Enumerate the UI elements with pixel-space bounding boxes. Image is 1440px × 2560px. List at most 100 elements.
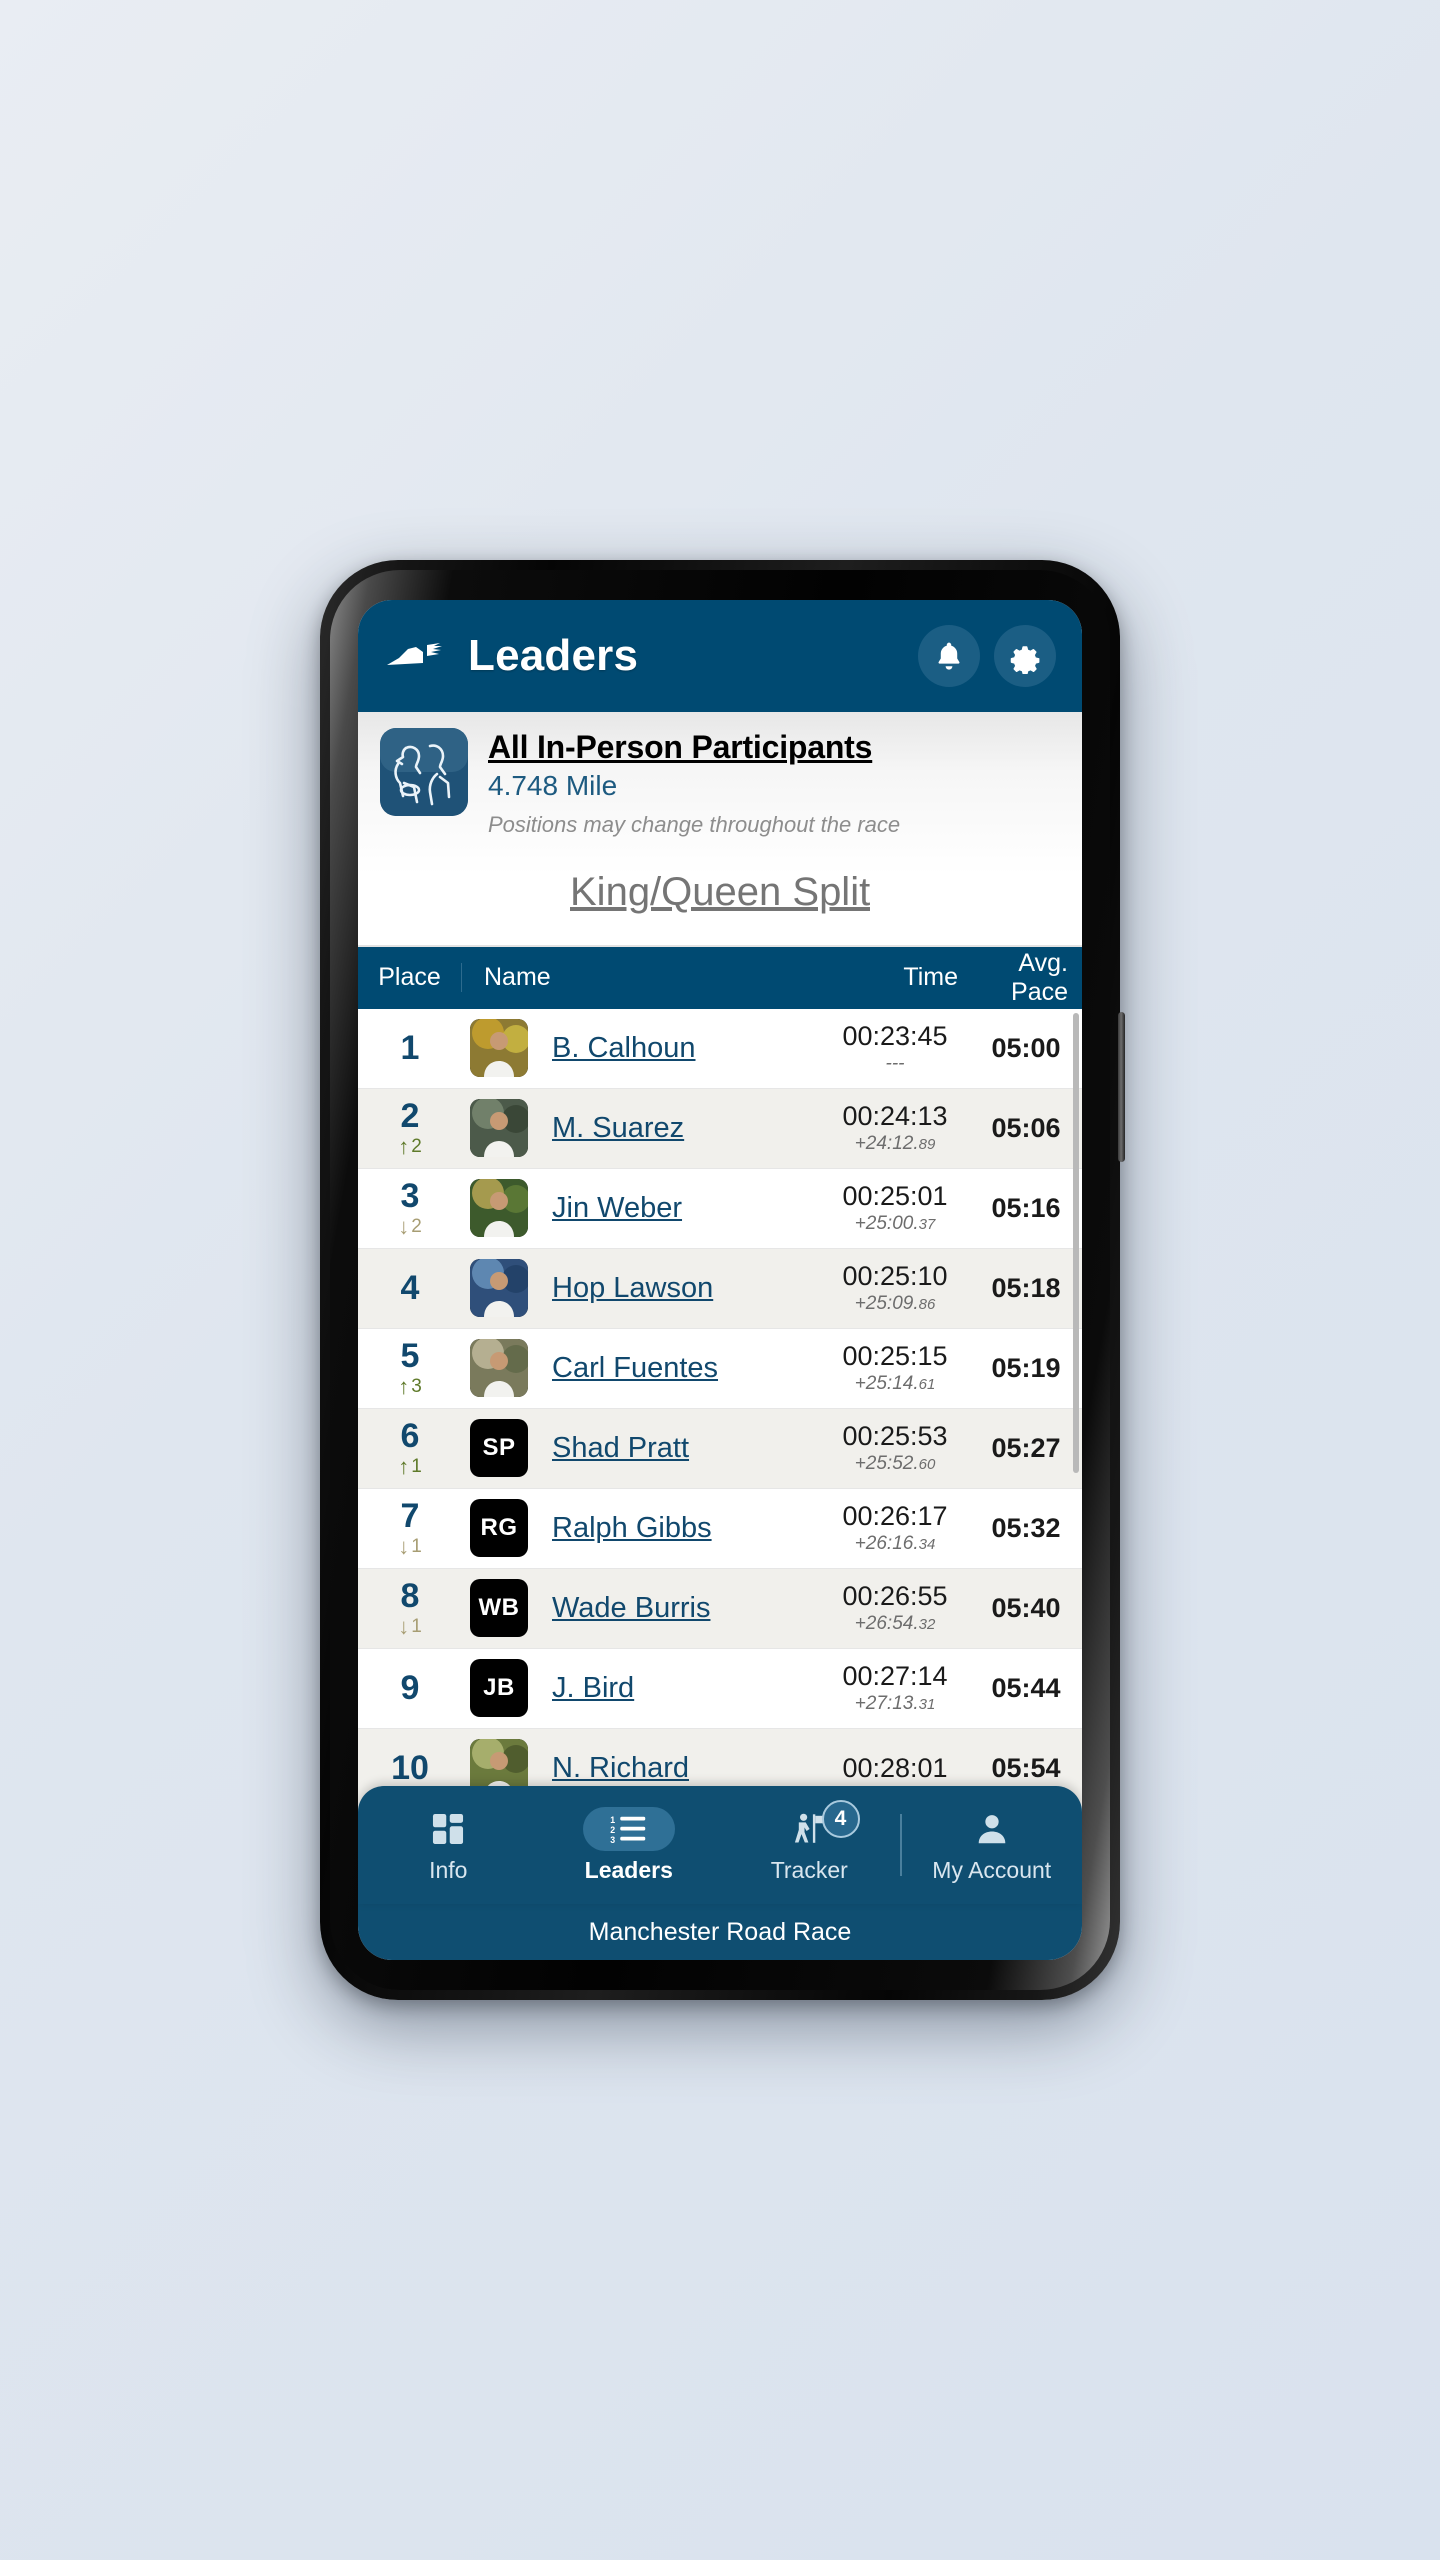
table-row[interactable]: 7 ↓ 1 RG Ralph Gibbs 00:26:17 +26:16.34 05:32 xyxy=(358,1488,1082,1569)
person-icon xyxy=(978,1814,1006,1843)
app-header: Leaders xyxy=(358,600,1082,712)
column-header-time[interactable]: Time xyxy=(856,963,964,992)
time-gap-main: +26:54. xyxy=(854,1613,919,1634)
participant-name-link[interactable]: Hop Lawson xyxy=(552,1272,713,1304)
cell-avatar[interactable]: SP xyxy=(462,1419,536,1478)
table-row[interactable]: 6 ↑ 1 SP Shad Pratt 00:25:53 +25:52.60 05:27 xyxy=(358,1408,1082,1489)
avatar-photo xyxy=(470,1019,528,1078)
nav-item-leaders[interactable]: 1 2 3 Leaders xyxy=(539,1786,720,1904)
table-row[interactable]: 1 B. Calhoun 00:23:45 --- 05:00 xyxy=(358,1008,1082,1089)
nav-chip-my-account xyxy=(946,1807,1038,1851)
cell-avatar[interactable]: JB xyxy=(462,1659,536,1718)
table-row[interactable]: 3 ↓ 2 Jin Weber 00:25:01 +25:00.37 05:16 xyxy=(358,1168,1082,1249)
race-note: Positions may change throughout the race xyxy=(488,811,901,837)
split-select[interactable]: King/Queen Split xyxy=(570,870,870,915)
place-number: 2 xyxy=(400,1096,420,1135)
svg-text:2: 2 xyxy=(610,1824,615,1834)
running-shoe-icon xyxy=(387,643,442,665)
leaderboard: Place Name Time Avg. Pace 1 B. Calhoun 00:… xyxy=(358,944,1082,1812)
time-gap: --- xyxy=(886,1053,905,1075)
cell-place: 1 xyxy=(358,1031,462,1065)
table-row[interactable]: 8 ↓ 1 WB Wade Burris 00:26:55 +26:54.32 05:40 xyxy=(358,1568,1082,1649)
column-header-name[interactable]: Name xyxy=(462,963,856,992)
avatar-initials: JB xyxy=(470,1659,528,1718)
cell-place: 8 ↓ 1 xyxy=(358,1579,462,1638)
gear-icon xyxy=(1010,646,1040,674)
cell-avatar[interactable] xyxy=(462,1179,536,1238)
table-row[interactable]: 5 ↑ 3 Carl Fuentes 00:25:15 +25:14.61 05:19 xyxy=(358,1328,1082,1409)
cell-avatar[interactable] xyxy=(462,1019,536,1078)
time-gap-main: +25:14. xyxy=(854,1373,919,1394)
arrow-up-icon: ↑ xyxy=(398,1133,410,1159)
list-scrollbar[interactable] xyxy=(1073,1012,1079,1473)
avatar-initials: SP xyxy=(470,1419,528,1478)
time-gap-main: +25:00. xyxy=(854,1213,919,1234)
race-info-row: All In-Person Participants 4.748 Mile Po… xyxy=(380,728,1060,838)
participant-name-link[interactable]: Ralph Gibbs xyxy=(552,1512,712,1544)
nav-item-tracker[interactable]: 4 Tracker xyxy=(719,1786,900,1904)
time-gap: +25:14.61 xyxy=(855,1373,936,1395)
cell-avatar[interactable]: RG xyxy=(462,1499,536,1558)
page-title: Leaders xyxy=(468,631,639,680)
avatar-initials: WB xyxy=(470,1579,528,1638)
time-value: 00:25:15 xyxy=(842,1340,948,1371)
settings-button[interactable] xyxy=(994,625,1056,687)
place-number: 8 xyxy=(400,1576,420,1615)
place-delta-down: ↓ 1 xyxy=(398,1535,422,1558)
avatar-initials: RG xyxy=(470,1499,528,1558)
participant-name-link[interactable]: Carl Fuentes xyxy=(552,1352,718,1384)
cell-avatar[interactable] xyxy=(462,1259,536,1318)
race-text-block: All In-Person Participants 4.748 Mile Po… xyxy=(488,728,1060,838)
participant-name-link[interactable]: Shad Pratt xyxy=(552,1432,689,1464)
table-header-row: Place Name Time Avg. Pace xyxy=(358,946,1082,1009)
bell-icon xyxy=(938,642,960,670)
time-gap: +26:54.32 xyxy=(855,1613,936,1635)
column-header-place[interactable]: Place xyxy=(358,963,462,993)
place-number: 7 xyxy=(400,1496,420,1535)
place-delta-value: 1 xyxy=(411,1616,422,1638)
cell-time: 00:25:15 +25:14.61 xyxy=(820,1340,970,1395)
time-gap: +25:52.60 xyxy=(855,1453,936,1475)
time-gap: +25:09.86 xyxy=(855,1293,936,1315)
participant-name-link[interactable]: N. Richard xyxy=(552,1752,689,1784)
table-row[interactable]: 4 Hop Lawson 00:25:10 +25:09.86 05:18 xyxy=(358,1248,1082,1329)
cell-time: 00:25:10 +25:09.86 xyxy=(820,1261,970,1315)
cell-time: 00:25:53 +25:52.60 xyxy=(820,1421,970,1475)
cell-avatar[interactable] xyxy=(462,1339,536,1398)
cell-name: Ralph Gibbs xyxy=(536,1512,820,1545)
nav-item-my-account[interactable]: My Account xyxy=(902,1786,1083,1904)
place-delta-up: ↑ 1 xyxy=(398,1455,422,1478)
cell-time: 00:28:01 xyxy=(820,1754,970,1783)
time-gap-fraction: 31 xyxy=(918,1696,936,1713)
place-delta-value: 1 xyxy=(411,1456,422,1478)
notifications-button[interactable] xyxy=(918,625,980,687)
participant-name-link[interactable]: M. Suarez xyxy=(552,1112,684,1144)
place-delta-value: 3 xyxy=(411,1376,422,1398)
avatar-photo xyxy=(470,1179,528,1238)
participant-name-link[interactable]: Wade Burris xyxy=(552,1592,710,1624)
table-row[interactable]: 2 ↑ 2 M. Suarez 00:24:13 +24:12.89 05:06 xyxy=(358,1088,1082,1169)
race-title[interactable]: All In-Person Participants xyxy=(488,729,1060,766)
cell-name: Shad Pratt xyxy=(536,1432,820,1465)
table-row[interactable]: 9 JB J. Bird 00:27:14 +27:13.31 05:44 xyxy=(358,1648,1082,1729)
cell-place: 9 xyxy=(358,1671,462,1705)
participant-name-link[interactable]: Jin Weber xyxy=(552,1192,682,1224)
cell-pace: 05:00 xyxy=(991,1032,1061,1063)
cell-avatar[interactable]: WB xyxy=(462,1579,536,1638)
time-gap-fraction: 61 xyxy=(918,1376,936,1393)
participant-name-link[interactable]: B. Calhoun xyxy=(552,1032,696,1064)
place-delta-value: 2 xyxy=(411,1216,422,1238)
ranked-list-icon: 1 2 3 xyxy=(610,1814,645,1844)
nav-item-info[interactable]: Info xyxy=(358,1786,539,1904)
arrow-down-icon: ↓ xyxy=(398,1613,410,1639)
participant-name-link[interactable]: J. Bird xyxy=(552,1672,634,1704)
power-button[interactable] xyxy=(1118,1012,1125,1162)
time-value: 00:24:13 xyxy=(842,1100,948,1131)
footer-race-name: Manchester Road Race xyxy=(588,1917,852,1946)
cell-pace: 05:06 xyxy=(991,1112,1061,1143)
cell-pace: 05:27 xyxy=(991,1432,1061,1463)
column-header-pace[interactable]: Avg. Pace xyxy=(964,949,1082,1007)
cell-name: N. Richard xyxy=(536,1752,820,1785)
avatar-photo xyxy=(470,1339,528,1398)
cell-avatar[interactable] xyxy=(462,1099,536,1158)
